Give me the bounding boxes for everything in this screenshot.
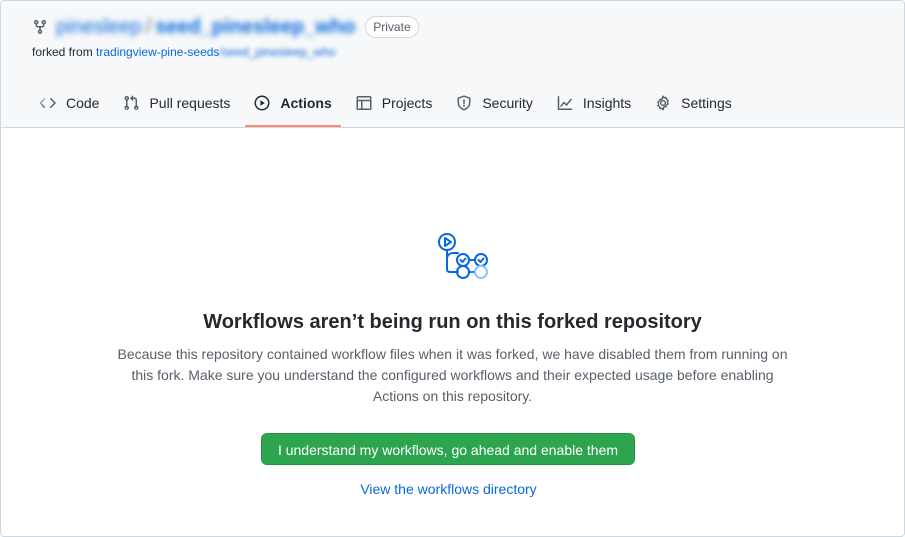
tab-insights[interactable]: Insights bbox=[548, 83, 640, 123]
repo-forked-icon bbox=[32, 19, 48, 35]
tab-projects[interactable]: Projects bbox=[347, 83, 442, 123]
tab-pull-requests-label: Pull requests bbox=[149, 95, 231, 111]
tab-actions-label: Actions bbox=[280, 95, 332, 111]
enable-workflows-button[interactable]: I understand my workflows, go ahead and … bbox=[261, 433, 635, 465]
blankslate-illustration bbox=[1, 221, 904, 286]
workflow-illustration-icon bbox=[436, 221, 496, 281]
tab-projects-label: Projects bbox=[381, 95, 433, 111]
tab-code-label: Code bbox=[66, 95, 100, 111]
tab-settings[interactable]: Settings bbox=[646, 83, 741, 123]
tab-code[interactable]: Code bbox=[31, 83, 108, 123]
view-workflows-directory-link[interactable]: View the workflows directory bbox=[1, 481, 896, 497]
table-icon bbox=[356, 95, 372, 111]
forked-from-prefix: forked from bbox=[32, 45, 97, 59]
pull-request-icon bbox=[123, 95, 139, 111]
code-icon bbox=[40, 95, 56, 111]
gear-icon bbox=[655, 95, 671, 111]
forked-from-line: forked from tradingview-pine-seeds/seed_… bbox=[32, 45, 336, 59]
tab-actions[interactable]: Actions bbox=[245, 83, 342, 127]
visibility-badge: Private bbox=[365, 16, 419, 38]
graph-icon bbox=[557, 95, 573, 111]
tab-insights-label: Insights bbox=[582, 95, 632, 111]
repo-owner-link[interactable]: pinesleep bbox=[56, 16, 142, 39]
repo-header: pinesleep / seed_pinesleep_who Private f… bbox=[1, 1, 904, 128]
blankslate-description: Because this repository contained workfl… bbox=[117, 346, 788, 404]
shield-icon bbox=[456, 95, 472, 111]
forked-from-org-link[interactable]: tradingview-pine-seeds bbox=[96, 45, 219, 59]
repo-path-separator: / bbox=[145, 15, 152, 38]
repo-title-row: pinesleep / seed_pinesleep_who Private bbox=[32, 15, 419, 39]
app-frame: pinesleep / seed_pinesleep_who Private f… bbox=[0, 0, 905, 537]
tab-security[interactable]: Security bbox=[447, 83, 542, 123]
tab-pull-requests[interactable]: Pull requests bbox=[114, 83, 239, 123]
tab-security-label: Security bbox=[482, 95, 533, 111]
repo-name-link[interactable]: seed_pinesleep_who bbox=[155, 16, 355, 39]
repo-nav-tabs: Code Pull requests Actions Projects Secu… bbox=[31, 83, 747, 127]
tab-settings-label: Settings bbox=[681, 95, 732, 111]
forked-from-repo-link[interactable]: seed_pinesleep_who bbox=[223, 45, 336, 59]
play-icon bbox=[254, 95, 270, 111]
blankslate-title: Workflows aren’t being run on this forke… bbox=[203, 311, 702, 333]
